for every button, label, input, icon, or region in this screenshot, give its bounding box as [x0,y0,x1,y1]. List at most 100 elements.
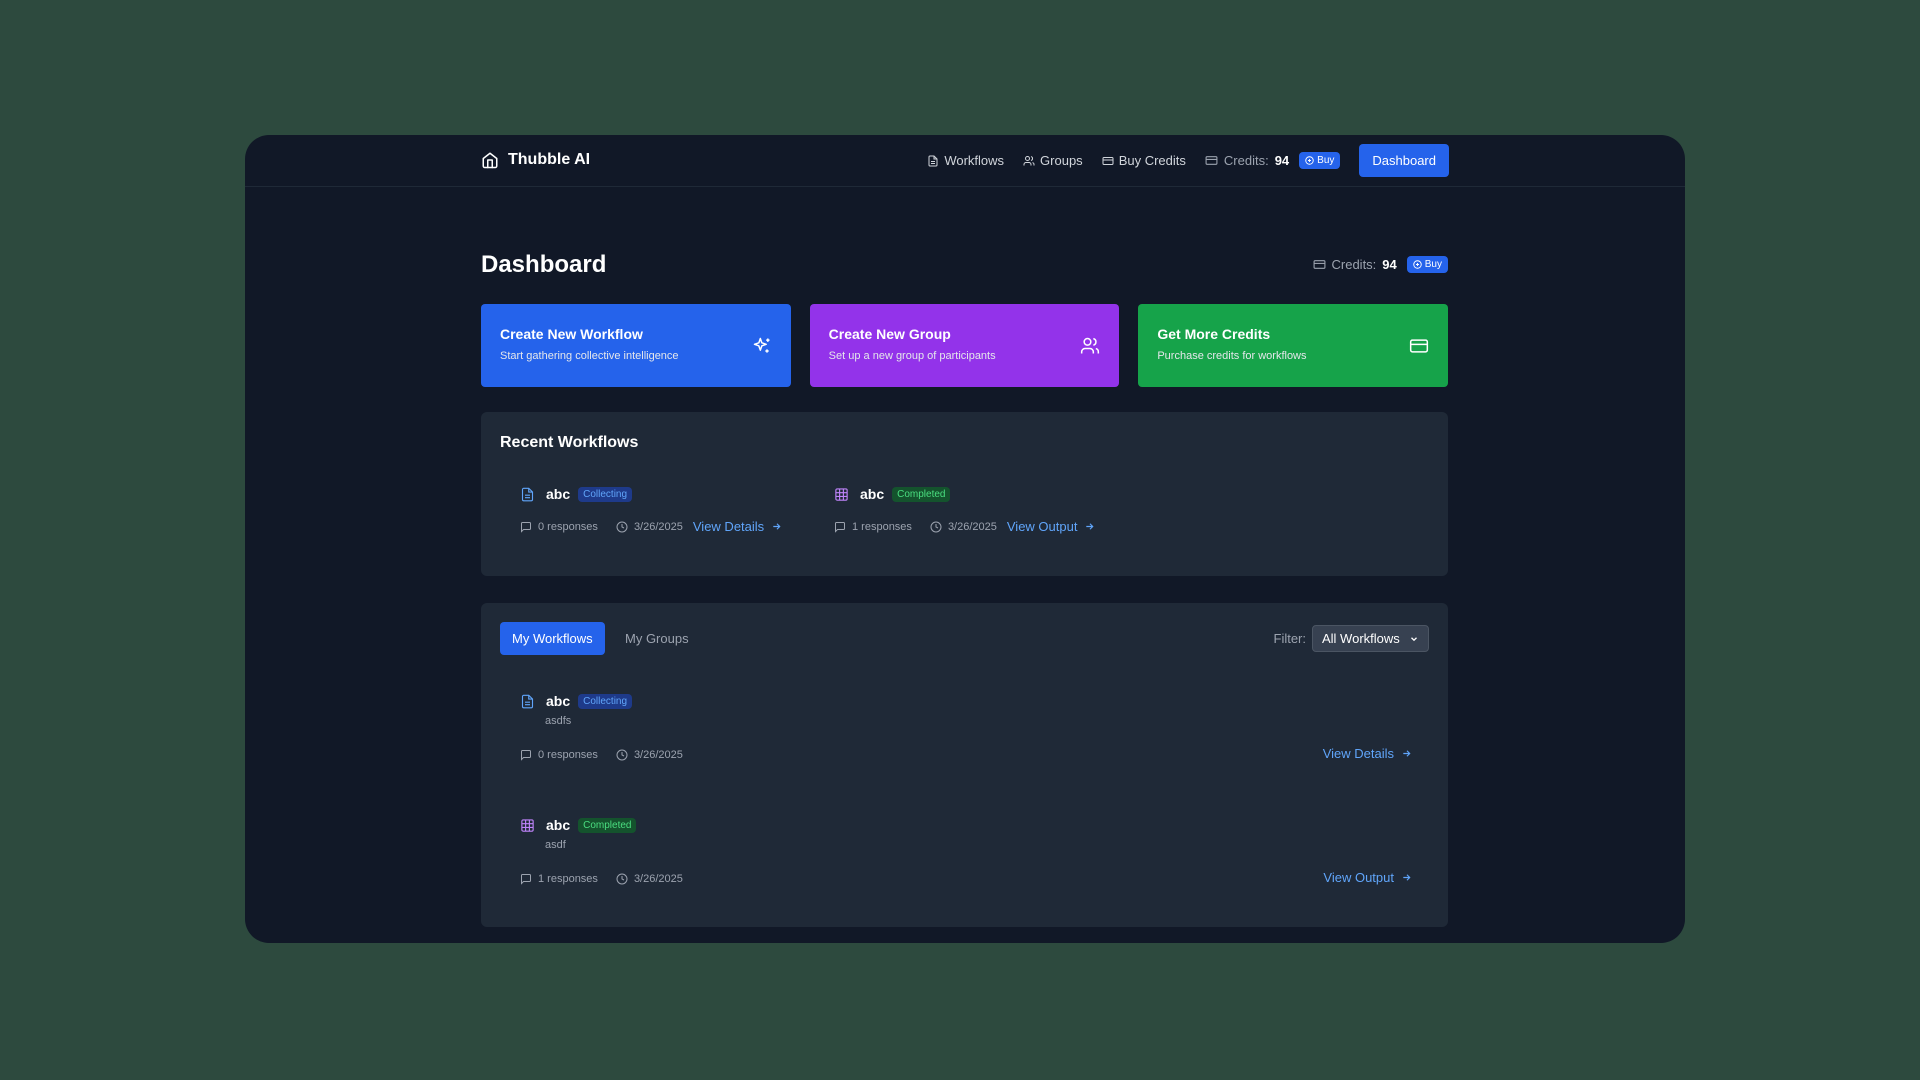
page-credits: Credits: 94 Buy [1313,256,1448,273]
nav-buy-credits-label: Buy Credits [1118,153,1186,168]
tab-my-workflows[interactable]: My Workflows [500,622,605,655]
status-badge: Completed [892,486,951,502]
arrow-right-icon [773,523,781,530]
clock-icon [616,521,628,532]
create-workflow-card[interactable]: Create New Workflow Start gathering coll… [481,304,791,387]
message-icon [521,750,531,761]
users-icon [1081,337,1100,354]
page-buy-button[interactable]: Buy [1406,256,1448,273]
message-icon [835,521,845,533]
responses-count: 0 responses [520,521,598,533]
nav-credits-label: Credits: [1223,153,1269,168]
file-icon [521,694,534,708]
card-subtitle: Start gathering collective intelligence [500,350,679,362]
recent-workflow-item: abc Collecting 0 responses 3/26/2025 Vie… [520,486,782,534]
page-credits-value: 94 [1382,257,1397,272]
brand-logo[interactable]: Thubble AI [481,151,590,169]
date-label: 3/26/2025 [633,520,683,533]
view-details-link[interactable]: View Details [693,519,782,534]
workflow-list-item: abc Collecting asdfs 0 responses 3/26/20… [520,693,1412,761]
clock-icon [616,873,628,885]
card-subtitle: Purchase credits for workflows [1157,350,1307,362]
table-icon [835,487,848,501]
nav-buy-button[interactable]: Buy [1299,152,1341,169]
workflow-description: asdf [545,839,566,851]
card-subtitle: Set up a new group of participants [828,350,996,362]
get-credits-card[interactable]: Get More Credits Purchase credits for wo… [1138,304,1449,387]
message-icon [521,874,531,885]
plus-circle-icon [1305,156,1314,165]
nav-buy-label: Buy [1317,155,1335,166]
dashboard-button[interactable]: Dashboard [1359,144,1449,177]
date-label: 3/26/2025 [947,520,997,533]
nav-groups[interactable]: Groups [1023,153,1083,168]
link-label: View Output [1006,519,1078,534]
responses-label: 1 responses [852,520,912,533]
top-navbar: Thubble AI Workflows Groups Buy Credits … [245,135,1685,187]
workflow-list-item: abc Completed asdf 1 responses 3/26/2025… [520,817,1412,885]
link-label: View Details [692,519,765,534]
date-label: 3/26/2025 [633,749,683,761]
nav-buy-credits[interactable]: Buy Credits [1102,153,1186,168]
date-label: 3/26/2025 [633,873,683,885]
nav-credits: Credits: 94 Buy [1205,152,1341,169]
recent-workflow-item: abc Completed 1 responses 3/26/2025 View… [834,486,1095,534]
chevron-down-icon [1411,636,1417,641]
responses-label: 0 responses [538,520,598,533]
sparkles-icon [753,337,770,353]
date: 3/26/2025 [930,521,997,533]
view-output-link[interactable]: View Output [1007,519,1096,534]
plus-circle-icon [1413,260,1422,269]
clock-icon [616,749,628,761]
date: 3/26/2025 [616,749,683,761]
my-workflows-panel: My Workflows My Groups Filter: All Workf… [481,603,1448,927]
date: 3/26/2025 [616,873,683,885]
workflow-name: abc [546,817,571,833]
link-label: View Output [1323,870,1394,885]
file-icon [928,155,938,166]
tab-my-groups[interactable]: My Groups [613,622,701,655]
brand-name: Thubble AI [508,151,591,168]
credit-card-icon [1205,156,1218,165]
filter-value: All Workflows [1322,631,1400,646]
filter-select[interactable]: All Workflows [1312,625,1429,652]
view-details-link[interactable]: View Details [1323,746,1412,761]
status-badge: Collecting [578,486,633,502]
filter: Filter: All Workflows [1273,625,1429,652]
nav-workflows[interactable]: Workflows [927,153,1004,168]
nav-groups-label: Groups [1040,153,1083,168]
workflow-name: abc [546,693,571,709]
link-label: View Details [1322,746,1394,761]
status-badge: Collecting [578,693,633,709]
workflow-name: abc [860,486,885,502]
clock-icon [930,521,942,532]
page-buy-label: Buy [1424,259,1442,270]
nav-workflows-label: Workflows [944,153,1005,168]
responses-count: 0 responses [520,749,598,761]
page-credits-label: Credits: [1331,257,1377,272]
table-icon [521,818,534,832]
nav-menu: Workflows Groups Buy Credits Credits: 94… [908,144,1449,177]
responses-label: 0 responses [538,749,598,761]
responses-count: 1 responses [520,873,598,885]
users-icon [1023,155,1035,165]
recent-workflows-title: Recent Workflows [500,434,639,451]
arrow-right-icon [1403,874,1411,881]
arrow-right-icon [1086,523,1094,530]
credit-card-icon [1313,260,1325,269]
card-title: Get More Credits [1157,326,1271,342]
nav-credits-value: 94 [1274,153,1290,168]
home-icon [482,152,498,169]
workflow-description: asdfs [545,715,572,727]
credit-card-icon [1409,339,1429,353]
create-group-card[interactable]: Create New Group Set up a new group of p… [809,304,1120,387]
page-title: Dashboard [481,251,607,278]
status-badge: Completed [578,817,637,833]
view-output-link[interactable]: View Output [1323,870,1412,885]
action-cards: Create New Workflow Start gathering coll… [481,304,1449,387]
file-icon [521,487,534,501]
credit-card-icon [1102,156,1114,165]
filter-label: Filter: [1273,631,1307,646]
arrow-right-icon [1403,750,1411,757]
card-title: Create New Workflow [500,326,643,342]
